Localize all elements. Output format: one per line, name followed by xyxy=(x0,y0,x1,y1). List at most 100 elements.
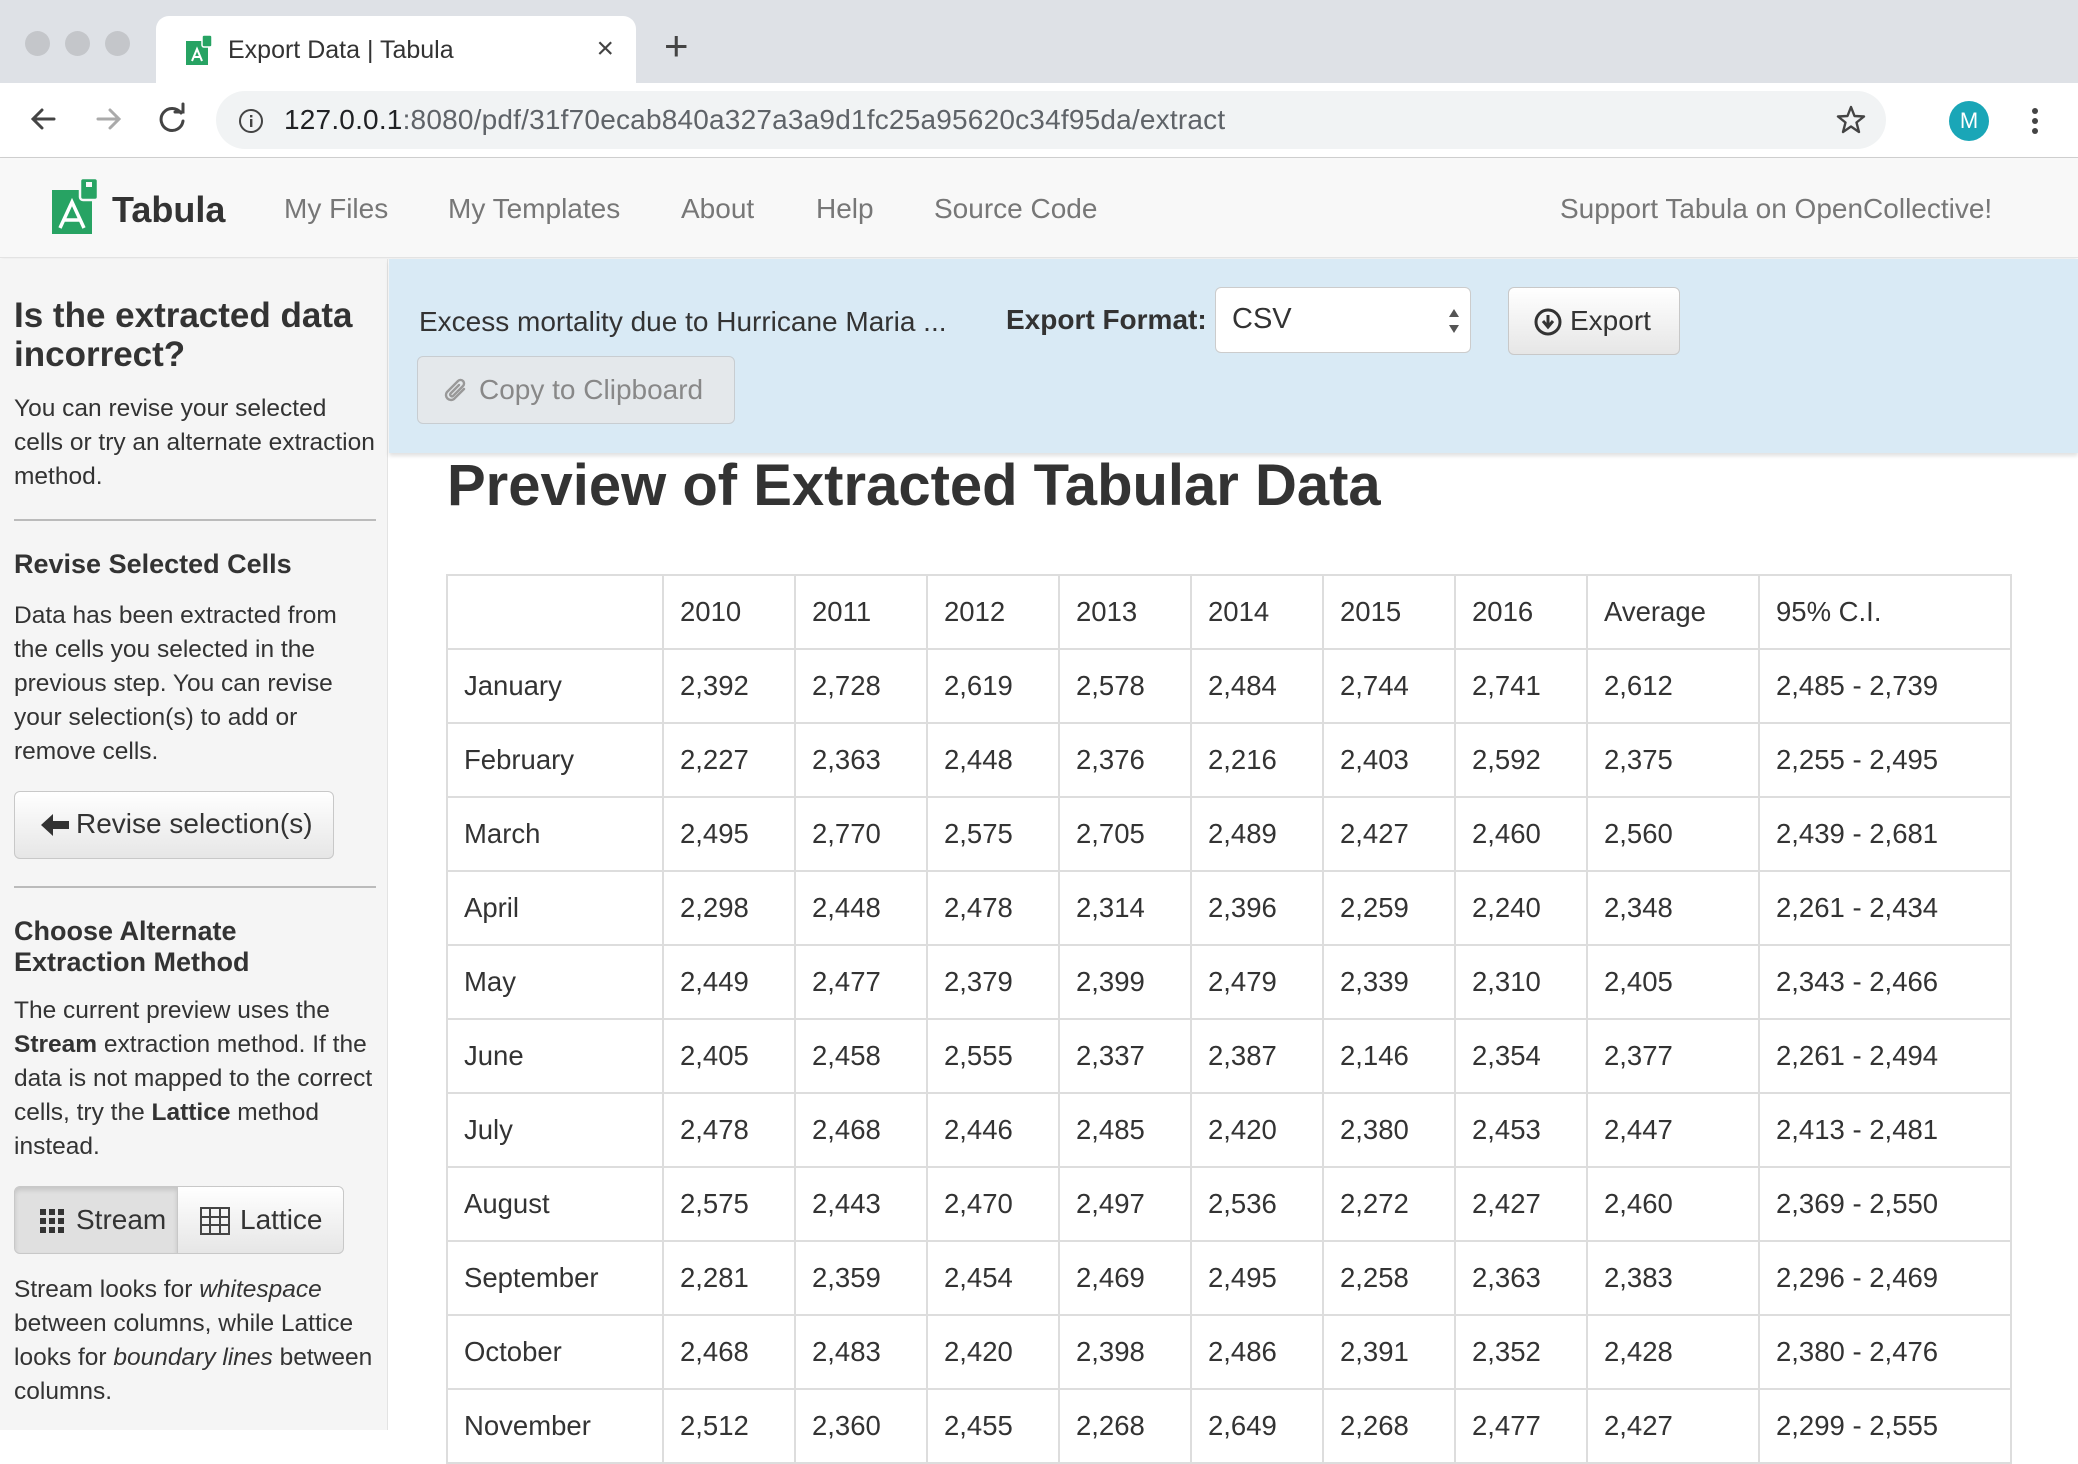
table-header: 95% C.I. xyxy=(1758,574,2012,650)
tabula-favicon-icon xyxy=(186,35,213,65)
brand-name[interactable]: Tabula xyxy=(112,189,225,231)
row-label-cell: March xyxy=(446,796,664,872)
row-label-cell: May xyxy=(446,944,664,1020)
nav-support-opencollective[interactable]: Support Tabula on OpenCollective! xyxy=(1560,193,1992,225)
table-cell: 2,405 xyxy=(662,1018,796,1094)
table-row: November 2,512 2,360 2,455 2,268 2,649 2,268 2,… xyxy=(446,1388,2012,1464)
lattice-button[interactable]: Lattice xyxy=(177,1186,344,1254)
sidebar-intro: You can revise your selected cells or tr… xyxy=(14,395,375,490)
table-cell: 2,380 - 2,476 xyxy=(1758,1314,2012,1390)
table-cell: 2,379 xyxy=(926,944,1060,1020)
divider xyxy=(14,886,376,888)
table-row: September 2,281 2,359 2,454 2,469 2,495 2,258 2… xyxy=(446,1240,2012,1316)
table-cell: 2,427 xyxy=(1322,796,1456,872)
arrow-left-icon xyxy=(41,814,69,836)
nav-my-templates[interactable]: My Templates xyxy=(448,193,620,225)
extracted-data-table: 2010 2011 2012 2013 2014 2015 2016 Avera… xyxy=(446,574,2012,1464)
address-bar[interactable]: 127.0.0.1:8080/pdf/31f70ecab840a327a3a9d… xyxy=(216,91,1886,149)
download-circle-icon xyxy=(1534,308,1562,336)
nav-help[interactable]: Help xyxy=(816,193,874,225)
table-cell: 2,454 xyxy=(926,1240,1060,1316)
table-cell: 2,484 xyxy=(1190,648,1324,724)
table-cell: 2,310 xyxy=(1454,944,1588,1020)
table-cell: 2,363 xyxy=(794,722,928,798)
table-cell: 2,477 xyxy=(794,944,928,1020)
table-cell: 2,460 xyxy=(1586,1166,1760,1242)
table-cell: 2,227 xyxy=(662,722,796,798)
table-header: 2016 xyxy=(1454,574,1588,650)
table-cell: 2,575 xyxy=(662,1166,796,1242)
table-cell: 2,478 xyxy=(926,870,1060,946)
table-cell: 2,399 xyxy=(1058,944,1192,1020)
info-icon[interactable] xyxy=(238,108,264,134)
url-text: 127.0.0.1:8080/pdf/31f70ecab840a327a3a9d… xyxy=(284,104,1225,136)
bookmark-star-icon[interactable] xyxy=(1834,103,1868,137)
forward-arrow-icon[interactable] xyxy=(88,99,128,139)
preview-title: Preview of Extracted Tabular Data xyxy=(447,453,1381,518)
browser-menu-icon[interactable] xyxy=(2020,101,2050,141)
table-cell: 2,146 xyxy=(1322,1018,1456,1094)
divider xyxy=(14,519,376,521)
table-cell: 2,216 xyxy=(1190,722,1324,798)
nav-about[interactable]: About xyxy=(681,193,754,225)
table-cell: 2,495 xyxy=(662,796,796,872)
row-label-cell: April xyxy=(446,870,664,946)
table-cell: 2,468 xyxy=(662,1314,796,1390)
app-navbar: Tabula My Files My Templates About Help … xyxy=(0,158,2078,258)
table-row: July 2,478 2,468 2,446 2,485 2,420 2,380 2,453 2… xyxy=(446,1092,2012,1168)
table-cell: 2,497 xyxy=(1058,1166,1192,1242)
tab-close-icon[interactable]: × xyxy=(596,30,614,68)
table-cell: 2,470 xyxy=(926,1166,1060,1242)
browser-tabstrip: Export Data | Tabula × + xyxy=(0,0,2078,83)
table-cell: 2,398 xyxy=(1058,1314,1192,1390)
window-minimize-button[interactable] xyxy=(65,31,90,56)
nav-source-code[interactable]: Source Code xyxy=(934,193,1097,225)
export-button[interactable]: Export xyxy=(1508,287,1680,355)
table-cell: 2,619 xyxy=(926,648,1060,724)
tab-title: Export Data | Tabula xyxy=(228,36,454,64)
window-zoom-button[interactable] xyxy=(105,31,130,56)
table-cell: 2,728 xyxy=(794,648,928,724)
table-cell: 2,337 xyxy=(1058,1018,1192,1094)
table-cell: 2,343 - 2,466 xyxy=(1758,944,2012,1020)
grid-dots-icon xyxy=(40,1209,64,1233)
copy-to-clipboard-button[interactable]: Copy to Clipboard xyxy=(417,356,735,424)
back-arrow-icon[interactable] xyxy=(24,99,64,139)
tabula-logo-icon[interactable] xyxy=(50,178,100,236)
revise-text: Data has been extracted from the cells y… xyxy=(14,602,337,765)
table-cell: 2,458 xyxy=(794,1018,928,1094)
export-format-select[interactable]: CSV xyxy=(1215,287,1471,353)
table-row: August 2,575 2,443 2,470 2,497 2,536 2,272 2,42… xyxy=(446,1166,2012,1242)
nav-my-files[interactable]: My Files xyxy=(284,193,388,225)
table-grid-icon xyxy=(200,1207,230,1235)
table-cell: 2,479 xyxy=(1190,944,1324,1020)
table-row: February 2,227 2,363 2,448 2,376 2,216 2,403 2,… xyxy=(446,722,2012,798)
table-cell: 2,449 xyxy=(662,944,796,1020)
table-cell: 2,536 xyxy=(1190,1166,1324,1242)
table-cell: 2,268 xyxy=(1058,1388,1192,1464)
table-cell: 2,578 xyxy=(1058,648,1192,724)
revise-selection-button[interactable]: Revise selection(s) xyxy=(14,791,334,859)
stream-button[interactable]: Stream xyxy=(14,1186,178,1254)
copy-label: Copy to Clipboard xyxy=(479,374,704,405)
new-tab-icon[interactable]: + xyxy=(664,25,689,67)
table-cell: 2,255 - 2,495 xyxy=(1758,722,2012,798)
table-cell: 2,443 xyxy=(794,1166,928,1242)
sidebar: Is the extracted data incorrect? You can… xyxy=(0,259,388,1430)
table-cell: 2,427 xyxy=(1454,1166,1588,1242)
profile-avatar[interactable]: M xyxy=(1949,101,1989,141)
table-cell: 2,469 xyxy=(1058,1240,1192,1316)
table-cell: 2,495 xyxy=(1190,1240,1324,1316)
table-cell: 2,387 xyxy=(1190,1018,1324,1094)
table-cell: 2,420 xyxy=(926,1314,1060,1390)
reload-icon[interactable] xyxy=(152,99,192,139)
table-cell: 2,420 xyxy=(1190,1092,1324,1168)
revise-heading: Revise Selected Cells xyxy=(14,549,292,579)
table-cell: 2,352 xyxy=(1454,1314,1588,1390)
browser-tab-active[interactable]: Export Data | Tabula × xyxy=(156,16,636,83)
window-close-button[interactable] xyxy=(25,31,50,56)
table-cell: 2,339 xyxy=(1322,944,1456,1020)
table-cell: 2,447 xyxy=(1586,1092,1760,1168)
table-cell: 2,403 xyxy=(1322,722,1456,798)
table-row: October 2,468 2,483 2,420 2,398 2,486 2,391 2,3… xyxy=(446,1314,2012,1390)
